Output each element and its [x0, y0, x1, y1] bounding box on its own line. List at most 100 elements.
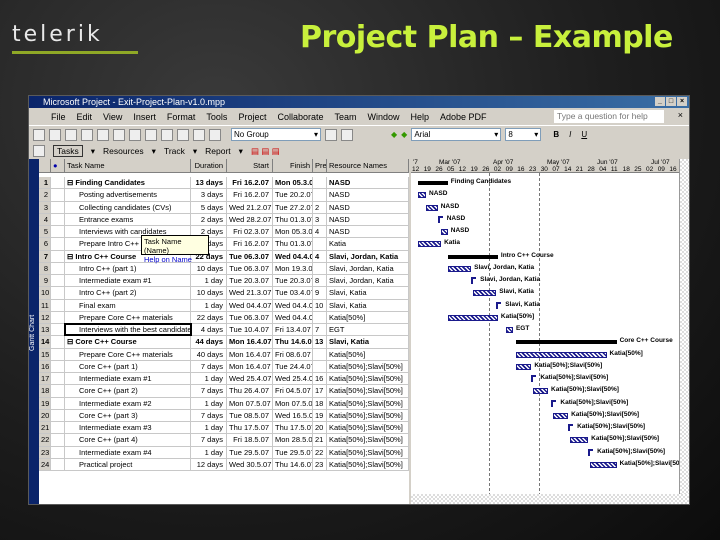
task-bar[interactable] [447, 265, 472, 272]
menu-edit[interactable]: Edit [77, 112, 93, 122]
menu-team[interactable]: Team [334, 112, 356, 122]
task-name-cell[interactable]: Prepare Core C++ materials [65, 348, 191, 360]
table-row[interactable]: 3 Collecting candidates (CVs) 5 days Wed 21… [39, 201, 409, 214]
duration-cell[interactable]: 2 days [191, 213, 227, 225]
task-name-cell[interactable]: Core C++ (part 3) [65, 409, 191, 421]
table-row[interactable]: 22 Core C++ (part 4) 7 days Fri 18.5.07 Mon … [39, 434, 409, 447]
start-cell[interactable]: Tue 20.3.07 [227, 275, 273, 287]
finish-cell[interactable]: Mon 28.5.07 [273, 434, 313, 446]
predecessors-cell[interactable]: 3 [313, 213, 327, 225]
duration-cell[interactable]: 7 days [191, 409, 227, 421]
start-cell[interactable]: Wed 28.2.07 [227, 213, 273, 225]
predecessors-cell[interactable]: 17 [313, 385, 327, 397]
resource-names-cell[interactable]: Katia[50%];Slavi[50%] [327, 446, 409, 458]
font-select[interactable]: Arial [411, 128, 502, 141]
horizontal-scrollbar[interactable] [411, 494, 689, 504]
start-cell[interactable]: Fri 16.2.07 [227, 238, 273, 250]
indicator-cell[interactable] [51, 458, 65, 470]
row-number[interactable]: 1 [39, 177, 51, 189]
start-cell[interactable]: Tue 10.4.07 [227, 324, 273, 336]
predecessors-cell[interactable]: 13 [313, 336, 327, 348]
row-number[interactable]: 8 [39, 262, 51, 274]
finish-cell[interactable]: Wed 25.4.07 [273, 373, 313, 385]
new-icon[interactable] [33, 128, 45, 141]
finish-cell[interactable]: Mon 05.3.07 [273, 177, 313, 189]
font-size-select[interactable]: 8 [505, 128, 542, 141]
start-cell[interactable]: Wed 21.2.07 [227, 201, 273, 213]
row-number[interactable]: 9 [39, 275, 51, 287]
group-select[interactable]: No Group [231, 128, 321, 141]
duration-cell[interactable]: 7 days [191, 385, 227, 397]
resource-names-cell[interactable]: Slavi, Katia [327, 287, 409, 299]
indicator-cell[interactable] [51, 238, 65, 250]
start-cell[interactable]: Wed 30.5.07 [227, 458, 273, 470]
table-row[interactable]: 17 Intermediate exam #1 1 day Wed 25.4.07 We… [39, 373, 409, 386]
task-name-cell[interactable]: Intro C++ (part 2) [65, 287, 191, 299]
row-number[interactable]: 20 [39, 409, 51, 421]
tasks-button[interactable]: Tasks [53, 145, 83, 157]
task-bar[interactable] [426, 204, 438, 211]
indicator-cell[interactable] [51, 213, 65, 225]
start-cell[interactable]: Tue 29.5.07 [227, 446, 273, 458]
help-icon[interactable] [341, 128, 353, 141]
indicator-cell[interactable] [51, 287, 65, 299]
task-name-cell[interactable]: Intermediate exam #1 [65, 275, 191, 287]
duration-cell[interactable]: 7 days [191, 434, 227, 446]
table-row[interactable]: 4 Entrance exams 2 days Wed 28.2.07 Thu 01.3… [39, 213, 409, 226]
row-number[interactable]: 21 [39, 422, 51, 434]
predecessors-cell[interactable]: 4 [313, 250, 327, 262]
menu-adobe-pdf[interactable]: Adobe PDF [440, 112, 487, 122]
task-bar[interactable] [417, 241, 442, 248]
table-row[interactable]: 18 Core C++ (part 2) 7 days Thu 26.4.07 Fri … [39, 385, 409, 398]
task-name-cell[interactable]: ⊟ Finding Candidates [65, 177, 191, 189]
duration-cell[interactable]: 12 days [191, 458, 227, 470]
task-name-cell[interactable]: Practical project [65, 458, 191, 470]
resource-names-cell[interactable]: Katia[50%] [327, 311, 409, 323]
start-cell[interactable]: Mon 16.4.07 [227, 348, 273, 360]
italic-button[interactable]: I [569, 130, 571, 139]
col-finish[interactable]: Finish [273, 159, 313, 172]
indicator-cell[interactable] [51, 385, 65, 397]
table-row[interactable]: 16 Core C++ (part 1) 7 days Mon 16.4.07 Tue … [39, 360, 409, 373]
predecessors-cell[interactable] [313, 348, 327, 360]
resource-names-cell[interactable]: EGT [327, 324, 409, 336]
finish-cell[interactable]: Thu 01.3.07 [273, 213, 313, 225]
resource-names-cell[interactable]: Katia [327, 238, 409, 250]
predecessors-cell[interactable] [313, 177, 327, 189]
task-name-cell[interactable]: Intermediate exam #4 [65, 446, 191, 458]
col-duration[interactable]: Duration [191, 159, 227, 172]
start-cell[interactable]: Tue 06.3.07 [227, 311, 273, 323]
resource-names-cell[interactable]: NASD [327, 201, 409, 213]
open-icon[interactable] [49, 128, 61, 141]
table-row[interactable]: 24 Practical project 12 days Wed 30.5.07 Thu… [39, 458, 409, 471]
menu-help[interactable]: Help [411, 112, 430, 122]
start-cell[interactable]: Thu 17.5.07 [227, 422, 273, 434]
help-search-input[interactable]: Type a question for help [554, 110, 664, 123]
task-name-cell[interactable]: Intro C++ (part 1) [65, 262, 191, 274]
indicator-cell[interactable] [51, 275, 65, 287]
duration-cell[interactable]: 40 days [191, 348, 227, 360]
task-name-cell[interactable]: ⊟ Core C++ Course [65, 336, 191, 348]
table-row[interactable]: 1 ⊟ Finding Candidates 13 days Fri 16.2.07 M… [39, 177, 409, 190]
vertical-scrollbar[interactable] [679, 159, 689, 496]
duration-cell[interactable]: 13 days [191, 177, 227, 189]
resource-names-cell[interactable]: NASD [327, 189, 409, 201]
report-icons[interactable]: ▤ ▤ ▤ [251, 146, 280, 157]
menu-format[interactable]: Format [167, 112, 196, 122]
start-cell[interactable]: Mon 07.5.07 [227, 397, 273, 409]
close-button[interactable]: × [677, 97, 687, 106]
track-button[interactable]: Track [164, 146, 185, 156]
task-name-cell[interactable]: Core C++ (part 4) [65, 434, 191, 446]
indicator-cell[interactable] [51, 336, 65, 348]
menu-file[interactable]: File [51, 112, 66, 122]
resource-names-cell[interactable]: Katia[50%] [327, 348, 409, 360]
predecessors-cell[interactable]: 19 [313, 409, 327, 421]
menu-window[interactable]: Window [368, 112, 400, 122]
finish-cell[interactable]: Mon 19.3.07 [273, 262, 313, 274]
col-start[interactable]: Start [227, 159, 273, 172]
menu-insert[interactable]: Insert [133, 112, 156, 122]
predecessors-cell[interactable]: 23 [313, 458, 327, 470]
indicator-cell[interactable] [51, 373, 65, 385]
finish-cell[interactable]: Thu 14.6.07 [273, 458, 313, 470]
summary-bar[interactable] [447, 254, 498, 259]
